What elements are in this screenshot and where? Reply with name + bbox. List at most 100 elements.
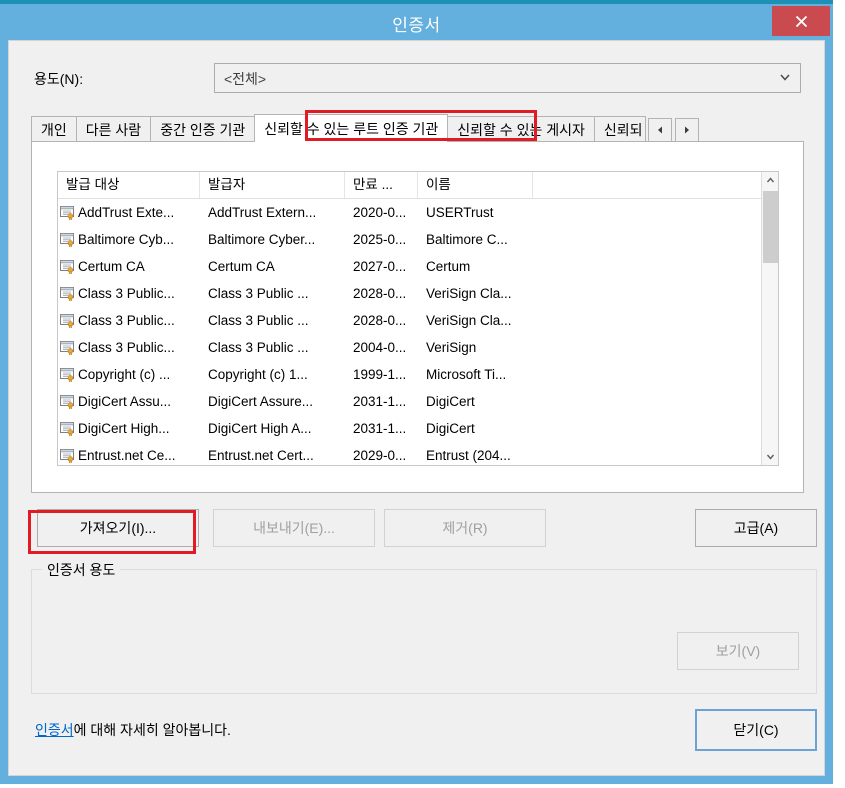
close-icon[interactable] [772,6,830,36]
cell-name: DigiCert [426,421,475,436]
certificate-listview[interactable]: 발급 대상 발급자 만료 ... 이름 AddTrust Exte... AddTrus… [57,171,779,466]
certificate-icon [60,313,74,328]
certificate-icon [60,421,74,436]
tab-1[interactable]: 다른 사람 [75,116,152,142]
export-button: 내보내기(E)... [213,509,375,547]
cell-issued_to: Certum CA [58,253,200,280]
cell-text: AddTrust Exte... [78,205,175,220]
column-header-2[interactable]: 만료 ... [345,172,418,198]
column-header-0[interactable]: 발급 대상 [58,172,200,198]
cell-text: Class 3 Public... [78,313,175,328]
chevron-down-icon[interactable] [762,448,778,465]
cell-name: USERTrust [426,205,494,220]
chevron-down-icon [778,70,792,84]
cell-expiry: 2029-0... [353,448,407,463]
cell-expiry: 2031-1... [353,421,407,436]
learn-more-rest: 에 대해 자세히 알아봅니다. [73,722,231,738]
cell-name: Microsoft Ti... [426,367,507,382]
purpose-label: 용도(N): [34,71,84,87]
cell-issued_by: Class 3 Public ... [208,286,309,301]
column-header-4[interactable] [533,172,763,198]
column-header-1[interactable]: 발급자 [200,172,345,198]
close-button[interactable]: 닫기(C) [695,709,817,751]
tab-2[interactable]: 중간 인증 기관 [150,116,256,142]
certificate-list-panel: 발급 대상 발급자 만료 ... 이름 AddTrust Exte... AddTrus… [31,141,804,493]
cell-name: VeriSign [426,340,477,355]
listview-scrollbar[interactable] [761,172,778,465]
certificate-icon [60,340,74,355]
cell-name: Baltimore C... [426,232,508,247]
import-button[interactable]: 가져오기(I)... [37,509,199,547]
cell-text: DigiCert Assu... [78,394,172,409]
cell-text: Class 3 Public... [78,340,175,355]
cell-issued_by: Class 3 Public ... [208,313,309,328]
table-row[interactable]: Class 3 Public... Class 3 Public ... 2004-… [58,334,778,361]
table-row[interactable]: AddTrust Exte... AddTrust Extern... 2020-0… [58,199,778,226]
table-row[interactable]: Copyright (c) ... Copyright (c) 1... 1999-… [58,361,778,388]
table-row[interactable]: DigiCert High... DigiCert High A... 2031-1… [58,415,778,442]
cell-issued_to: Class 3 Public... [58,307,200,334]
purpose-selected-value: <전체> [224,71,267,87]
cell-name: Entrust (204... [426,448,511,463]
cell-issued_by: AddTrust Extern... [208,205,317,220]
cell-name: VeriSign Cla... [426,313,512,328]
cell-text: Class 3 Public... [78,286,175,301]
cell-issued_by: Entrust.net Cert... [208,448,314,463]
cell-name: Certum [426,259,471,274]
table-row[interactable]: Class 3 Public... Class 3 Public ... 2028-… [58,307,778,334]
table-row[interactable]: Entrust.net Ce... Entrust.net Cert... 2029… [58,442,778,465]
cell-expiry: 2028-0... [353,313,407,328]
purpose-row: 용도(N): <전체> [9,63,824,93]
cell-expiry: 2027-0... [353,259,407,274]
cell-issued_to: Class 3 Public... [58,280,200,307]
tab-strip: 개인 다른 사람 중간 인증 기관 신뢰할 수 있는 루트 인증 기관 신뢰할 수 있는… [31,114,804,142]
cell-issued_by: Class 3 Public ... [208,340,309,355]
cell-issued_to: DigiCert High... [58,415,200,442]
chevron-down-glyph [780,74,790,81]
cell-issued_by: DigiCert Assure... [208,394,314,409]
cell-name: VeriSign Cla... [426,286,512,301]
tab-3[interactable]: 신뢰할 수 있는 루트 인증 기관 [254,114,449,142]
scrollbar-thumb[interactable] [763,191,778,263]
certificate-icon [60,286,74,301]
cell-text: Copyright (c) ... [78,367,171,382]
column-header-3[interactable]: 이름 [418,172,533,198]
cell-issued_to: Class 3 Public... [58,334,200,361]
triangle-left-icon[interactable] [647,118,672,142]
cell-text: Certum CA [78,259,145,274]
window-title: 인증서 [392,16,441,35]
desktop-right-edge [833,0,845,788]
close-glyph [795,15,807,27]
screen: 인증서 용도(N): <전체> 개인 다른 사람 중간 인증 기관 신뢰할 수 … [0,0,845,788]
triangle-right-icon-glyph [684,126,689,134]
advanced-button[interactable]: 고급(A) [695,509,817,547]
purpose-combobox[interactable]: <전체> [214,63,801,93]
certificate-purpose-groupbox: 인증서 용도 보기(V) [31,560,817,694]
chevron-up-icon[interactable] [762,172,778,189]
cell-text: Entrust.net Ce... [78,448,176,463]
dialog-client-area: 용도(N): <전체> 개인 다른 사람 중간 인증 기관 신뢰할 수 있는 루트 인… [8,40,825,776]
action-button-row: 가져오기(I)... 내보내기(E)... 제거(R) 고급(A) [9,509,824,549]
table-row[interactable]: DigiCert Assu... DigiCert Assure... 2031-1… [58,388,778,415]
cell-issued_by: Copyright (c) 1... [208,367,308,382]
tab-0[interactable]: 개인 [31,116,77,142]
listview-header: 발급 대상 발급자 만료 ... 이름 [58,172,778,199]
listview-body: AddTrust Exte... AddTrust Extern... 2020-0… [58,199,778,465]
certificates-help-link[interactable]: 인증서 [35,722,74,738]
cell-issued_by: Baltimore Cyber... [208,232,316,247]
cell-issued_to: AddTrust Exte... [58,199,200,226]
cell-issued_by: Certum CA [208,259,275,274]
dialog-footer: 인증서에 대해 자세히 알아봅니다. 닫기(C) [9,709,824,759]
cell-issued_to: Baltimore Cyb... [58,226,200,253]
certificates-dialog: 인증서 용도(N): <전체> 개인 다른 사람 중간 인증 기관 신뢰할 수 … [0,4,833,784]
tab-4[interactable]: 신뢰할 수 있는 게시자 [447,116,595,142]
groupbox-legend: 인증서 용도 [42,560,121,580]
triangle-left-icon-glyph [657,126,662,134]
certificate-icon [60,205,74,220]
triangle-right-icon[interactable] [674,118,699,142]
cell-expiry: 2025-0... [353,232,407,247]
table-row[interactable]: Certum CA Certum CA 2027-0... Certum [58,253,778,280]
table-row[interactable]: Class 3 Public... Class 3 Public ... 2028-… [58,280,778,307]
table-row[interactable]: Baltimore Cyb... Baltimore Cyber... 2025-0… [58,226,778,253]
tab-5[interactable]: 신뢰되 [593,116,646,142]
